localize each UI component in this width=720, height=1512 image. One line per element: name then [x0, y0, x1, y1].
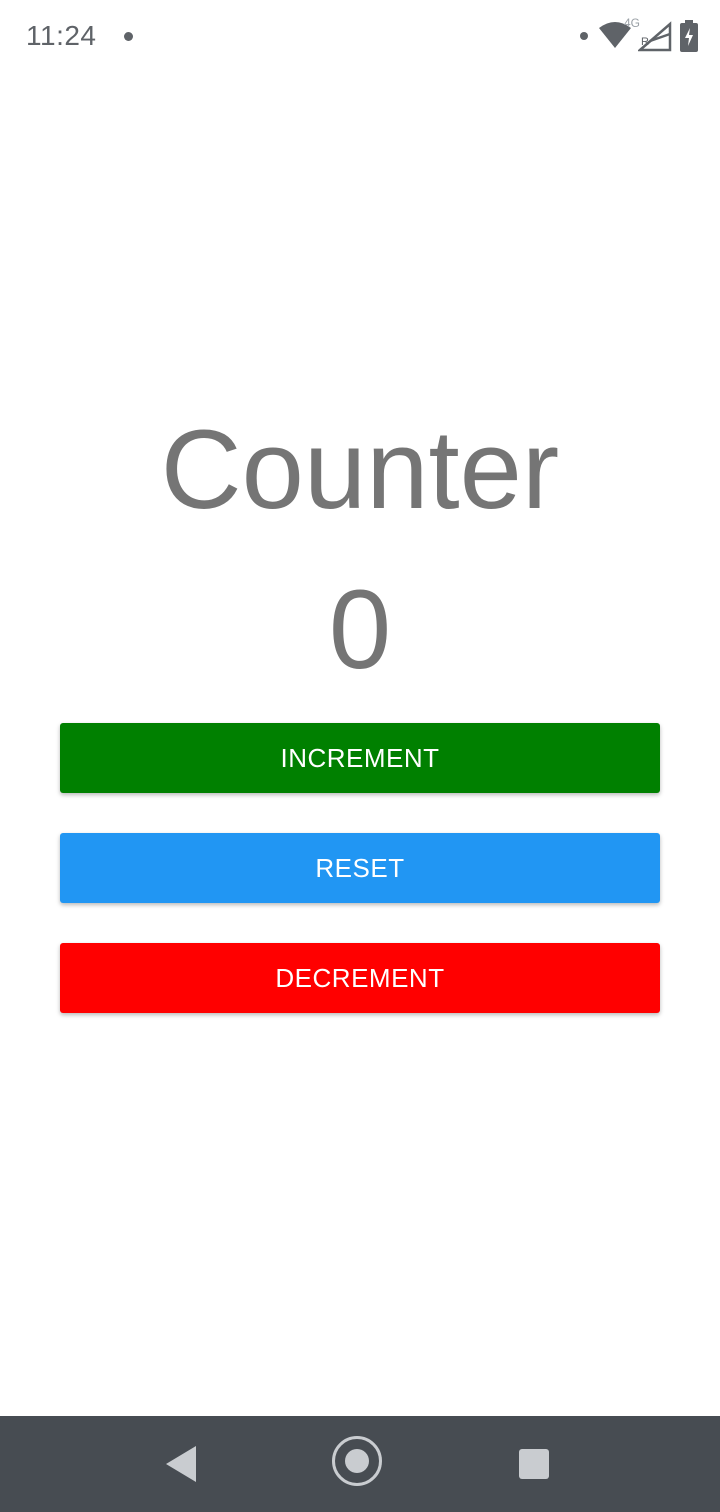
status-time: 11:24	[26, 20, 97, 51]
reset-button[interactable]: RESET	[60, 833, 660, 903]
status-dot-icon	[580, 32, 588, 40]
roaming-label: R	[641, 36, 649, 48]
recent-apps-icon[interactable]	[519, 1449, 549, 1479]
counter-value: 0	[328, 567, 392, 692]
navigation-bar	[0, 1416, 720, 1512]
battery-charging-icon	[680, 20, 698, 52]
home-icon[interactable]	[332, 1436, 382, 1486]
back-icon[interactable]	[166, 1446, 196, 1482]
notification-dot-icon	[124, 32, 133, 41]
status-bar: 11:24 4G R	[0, 0, 720, 76]
home-icon-inner	[345, 1449, 369, 1473]
cell-signal-icon: 4G R	[624, 16, 674, 54]
decrement-button[interactable]: DECREMENT	[60, 943, 660, 1013]
app-screen: 11:24 4G R Counter 0 INCREMENT RESET DEC…	[0, 0, 720, 1512]
page-title: Counter	[160, 407, 560, 532]
status-icons: 4G R	[580, 16, 698, 54]
increment-button[interactable]: INCREMENT	[60, 723, 660, 793]
